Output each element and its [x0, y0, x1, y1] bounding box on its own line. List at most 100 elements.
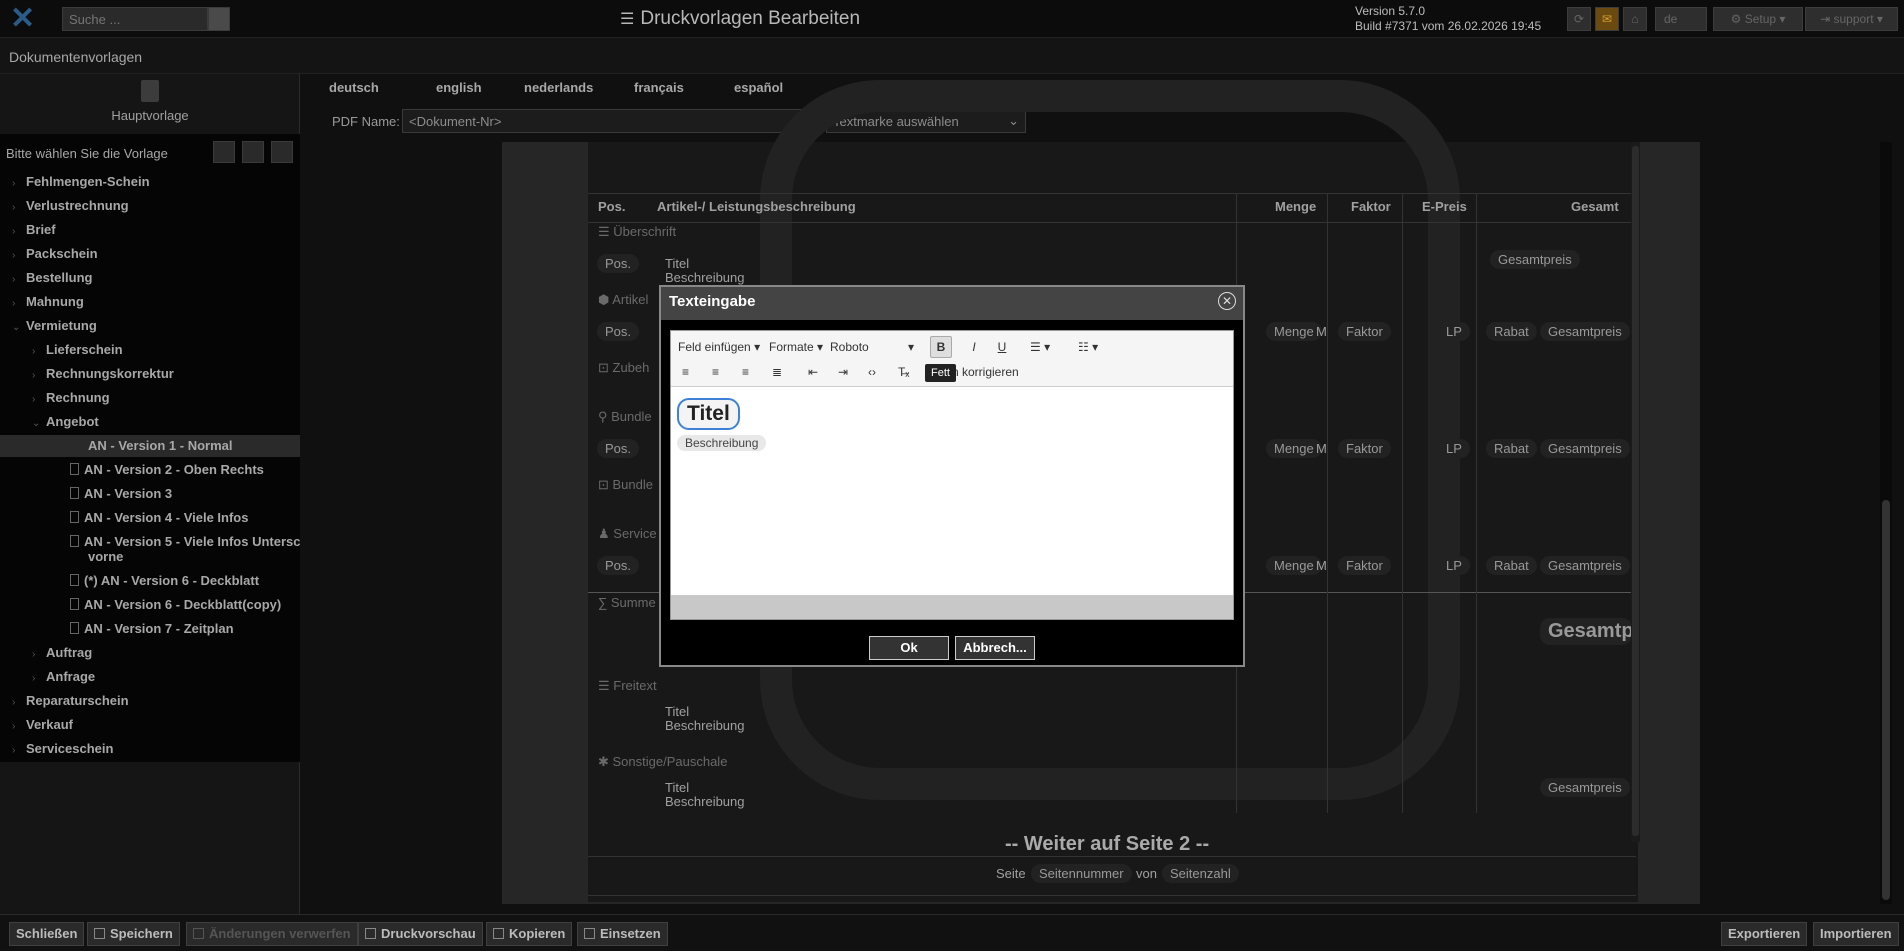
close-button[interactable]: Schließen [9, 922, 85, 946]
tree-item[interactable]: ⌄ Vermietung [12, 315, 97, 337]
field-menge[interactable]: Menge [1266, 439, 1322, 458]
tree-item[interactable]: › Brief [12, 219, 56, 241]
tab-english[interactable]: english [436, 80, 482, 95]
search-button[interactable] [208, 7, 230, 31]
section-heading[interactable]: ✱ Sonstige/Pauschale [598, 754, 727, 770]
field-title[interactable]: Titel [665, 256, 689, 271]
field-description[interactable]: Beschreibung [665, 718, 745, 733]
import-button[interactable]: Importieren [1813, 922, 1899, 946]
field-gesamtpreis[interactable]: Gesamtpreis [1540, 778, 1630, 797]
field-pos[interactable]: Pos. [597, 322, 640, 341]
field-pos[interactable]: Pos. [597, 556, 640, 575]
tree-item[interactable]: › Rechnung [32, 387, 110, 409]
tree-item[interactable]: (*) AN - Version 6 - Deckblatt [70, 570, 259, 592]
field-lp[interactable]: LP [1438, 556, 1470, 575]
app-logo-icon[interactable]: ✕ [10, 4, 44, 34]
field-rabat[interactable]: Rabat [1486, 439, 1537, 458]
field-faktor[interactable]: Faktor [1338, 556, 1391, 575]
section-heading[interactable]: ⊡ Zubeh [598, 360, 649, 376]
tree-item[interactable]: › Serviceschein [12, 738, 113, 760]
field-seitenzahl[interactable]: Seitenzahl [1162, 864, 1239, 883]
field-gesamtpreis-total[interactable]: Gesamtp [1540, 618, 1632, 645]
section-heading[interactable]: ⊡ Bundle [598, 477, 653, 493]
field-pos[interactable]: Pos. [597, 254, 640, 273]
tree-item[interactable]: › Reparaturschein [12, 690, 129, 712]
tree-item-selected[interactable]: AN - Version 1 - Normal [0, 435, 300, 457]
field-pos[interactable]: Pos. [597, 439, 640, 458]
italic-button[interactable]: I [966, 337, 982, 357]
section-heading[interactable]: ⚲ Bundle [598, 409, 652, 425]
field-m[interactable]: M [1316, 558, 1327, 573]
tree-item[interactable]: AN - Version 3 [70, 483, 172, 505]
refresh-icon[interactable]: ⟳ [1567, 7, 1591, 31]
field-gesamtpreis[interactable]: Gesamtpreis [1490, 250, 1580, 269]
ok-button[interactable]: Ok [869, 636, 949, 660]
tab-deutsch[interactable]: deutsch [329, 80, 379, 95]
pdf-name-input[interactable] [402, 109, 812, 133]
tree-item[interactable]: › Bestellung [12, 267, 92, 289]
search-input[interactable] [62, 7, 208, 31]
discard-changes-button[interactable]: Änderungen verwerfen [186, 922, 358, 946]
font-select[interactable]: Roboto ▾ [830, 337, 914, 357]
support-button[interactable]: ⇥ support ▾ [1805, 7, 1898, 31]
field-menge[interactable]: Menge [1266, 556, 1322, 575]
tree-item[interactable]: › Lieferschein [32, 339, 123, 361]
tree-item[interactable]: › Verlustrechnung [12, 195, 129, 217]
indent-icon[interactable]: ⇥ [838, 362, 848, 382]
export-button[interactable]: Exportieren [1721, 922, 1808, 946]
tree-item[interactable]: › Verkauf [12, 714, 73, 736]
field-m[interactable]: M [1316, 441, 1327, 456]
field-rabat[interactable]: Rabat [1486, 556, 1537, 575]
save-button[interactable]: Speichern [87, 922, 180, 946]
underline-button[interactable]: U [994, 337, 1010, 357]
insert-field-dropdown[interactable]: Feld einfügen ▾ [678, 337, 760, 357]
align-center-icon[interactable]: ≡ [712, 362, 719, 382]
tree-item[interactable]: AN - Version 4 - Viele Infos [70, 507, 248, 529]
outdent-icon[interactable]: ⇤ [808, 362, 818, 382]
field-gesamtpreis[interactable]: Gesamtpreis [1540, 556, 1630, 575]
home-icon[interactable]: ⌂ [1623, 7, 1647, 31]
add-template-button[interactable] [213, 141, 235, 163]
align-right-icon[interactable]: ≡ [742, 362, 749, 382]
language-select[interactable]: de [1655, 7, 1707, 31]
section-heading[interactable]: ☰ Überschrift [598, 224, 676, 240]
field-lp[interactable]: LP [1438, 439, 1470, 458]
print-preview-button[interactable]: Druckvorschau [358, 922, 483, 946]
align-left-icon[interactable]: ≡ [682, 362, 689, 382]
tab-francais[interactable]: français [634, 80, 684, 95]
paste-button[interactable]: Einsetzen [577, 922, 668, 946]
main-template-button[interactable]: Hauptvorlage [0, 80, 300, 123]
tree-item[interactable]: ⌄ Angebot [32, 411, 99, 433]
tree-item[interactable]: AN - Version 6 - Deckblatt(copy) [70, 594, 281, 616]
section-heading[interactable]: ♟ Service [598, 526, 657, 542]
close-icon[interactable]: ✕ [1218, 292, 1236, 310]
numbered-list-icon[interactable]: ☷ ▾ [1078, 337, 1098, 357]
field-description[interactable]: Beschreibung [665, 794, 745, 809]
tree-item[interactable]: › Packschein [12, 243, 98, 265]
copy-button[interactable]: Kopieren [486, 922, 573, 946]
editor-title-field[interactable]: Titel [677, 398, 740, 430]
section-heading[interactable]: ⬢ Artikel [598, 292, 648, 308]
preview-scrollbar-thumb[interactable] [1632, 146, 1639, 836]
field-faktor[interactable]: Faktor [1338, 439, 1391, 458]
field-menge[interactable]: Menge [1266, 322, 1322, 341]
bold-button[interactable]: B [930, 336, 952, 358]
field-lp[interactable]: LP [1438, 322, 1470, 341]
tree-item[interactable]: AN - Version 2 - Oben Rechts [70, 459, 264, 481]
correct-text-button[interactable]: n korrigieren [952, 362, 1019, 382]
setup-button[interactable]: ⚙ Setup ▾ [1713, 7, 1803, 31]
field-rabat[interactable]: Rabat [1486, 322, 1537, 341]
mail-icon[interactable]: ✉ [1595, 7, 1619, 31]
page-scrollbar-thumb[interactable] [1882, 500, 1890, 900]
field-title[interactable]: Titel [665, 704, 689, 719]
tree-item[interactable]: › Fehlmengen-Schein [12, 171, 150, 193]
tab-espanol[interactable]: español [734, 80, 783, 95]
field-description[interactable]: Beschreibung [665, 270, 745, 285]
tree-item[interactable]: AN - Version 7 - Zeitplan [70, 618, 234, 640]
editor-content[interactable] [671, 388, 1233, 594]
field-title[interactable]: Titel [665, 780, 689, 795]
delete-template-button[interactable] [271, 141, 293, 163]
tab-nederlands[interactable]: nederlands [524, 80, 593, 95]
formats-dropdown[interactable]: Formate ▾ [769, 337, 823, 357]
copy-template-button[interactable] [242, 141, 264, 163]
